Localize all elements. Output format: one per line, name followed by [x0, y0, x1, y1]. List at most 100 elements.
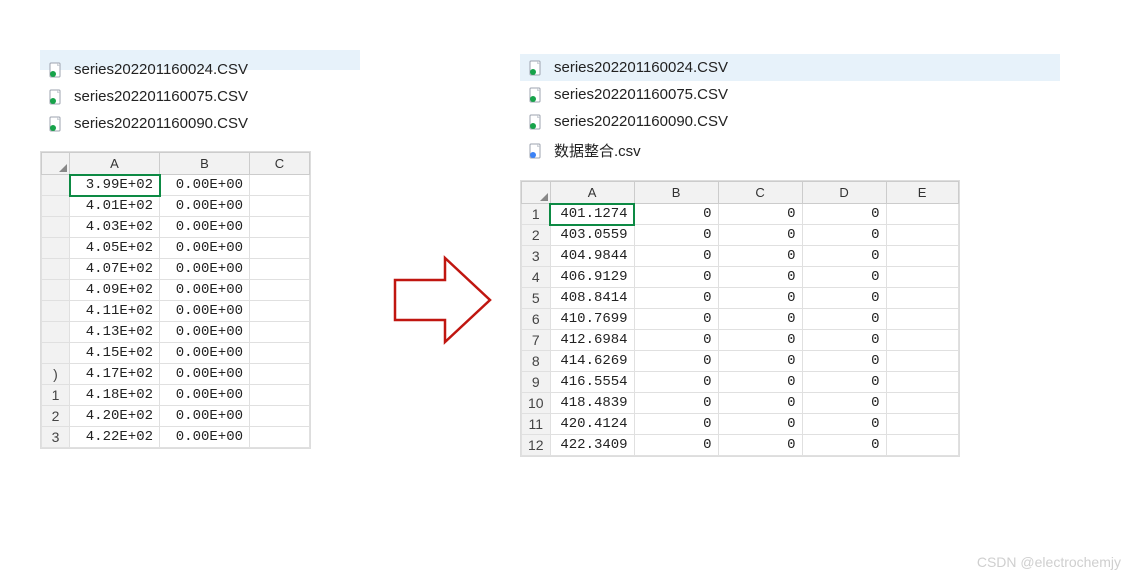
cell[interactable]: 401.1274	[550, 204, 634, 225]
file-item[interactable]: 数据整合.csv	[520, 135, 1060, 166]
file-item[interactable]: series202201160075.CSV	[40, 83, 400, 110]
cell[interactable]: 4.05E+02	[70, 238, 160, 259]
cell[interactable]: 0.00E+00	[160, 196, 250, 217]
cell[interactable]: 406.9129	[550, 267, 634, 288]
row-header[interactable]: 7	[522, 330, 551, 351]
cell[interactable]: 4.11E+02	[70, 301, 160, 322]
cell[interactable]: 0	[634, 351, 718, 372]
row-header[interactable]	[42, 259, 70, 280]
cell[interactable]: 0	[802, 330, 886, 351]
cell[interactable]: 4.01E+02	[70, 196, 160, 217]
cell[interactable]: 0	[718, 225, 802, 246]
row-header[interactable]: 11	[522, 414, 551, 435]
cell[interactable]: 0	[802, 393, 886, 414]
cell[interactable]	[886, 330, 958, 351]
column-header-a[interactable]: A	[550, 182, 634, 204]
row-header[interactable]: 5	[522, 288, 551, 309]
column-header-b[interactable]: B	[634, 182, 718, 204]
cell[interactable]	[250, 385, 310, 406]
cell[interactable]: 418.4839	[550, 393, 634, 414]
cell[interactable]: 0	[718, 267, 802, 288]
cell[interactable]: 4.20E+02	[70, 406, 160, 427]
file-item[interactable]: series202201160090.CSV	[40, 110, 400, 137]
cell[interactable]: 0.00E+00	[160, 175, 250, 196]
cell[interactable]: 416.5554	[550, 372, 634, 393]
cell[interactable]: 0	[634, 204, 718, 225]
cell[interactable]	[886, 393, 958, 414]
cell[interactable]	[250, 343, 310, 364]
cell[interactable]: 4.03E+02	[70, 217, 160, 238]
cell[interactable]: 0	[718, 351, 802, 372]
cell[interactable]: 0	[718, 330, 802, 351]
cell[interactable]: 0	[634, 267, 718, 288]
cell[interactable]: 0.00E+00	[160, 322, 250, 343]
cell[interactable]	[250, 406, 310, 427]
cell[interactable]	[886, 288, 958, 309]
row-header[interactable]: 2	[42, 406, 70, 427]
cell[interactable]: 0	[718, 246, 802, 267]
cell[interactable]: 4.13E+02	[70, 322, 160, 343]
cell[interactable]: 403.0559	[550, 225, 634, 246]
cell[interactable]: 404.9844	[550, 246, 634, 267]
row-header[interactable]: 9	[522, 372, 551, 393]
column-header-a[interactable]: A	[70, 153, 160, 175]
cell[interactable]: 0	[634, 246, 718, 267]
column-header-d[interactable]: D	[802, 182, 886, 204]
cell[interactable]: 0	[718, 372, 802, 393]
cell[interactable]: 0	[802, 204, 886, 225]
cell[interactable]: 0.00E+00	[160, 280, 250, 301]
cell[interactable]: 0	[718, 414, 802, 435]
cell[interactable]: 4.09E+02	[70, 280, 160, 301]
row-header[interactable]: )	[42, 364, 70, 385]
cell[interactable]	[250, 175, 310, 196]
spreadsheet-right[interactable]: ABCDE1401.12740002403.05590003404.984400…	[520, 180, 960, 457]
cell[interactable]	[250, 196, 310, 217]
cell[interactable]: 0.00E+00	[160, 364, 250, 385]
cell[interactable]: 4.15E+02	[70, 343, 160, 364]
cell[interactable]: 4.18E+02	[70, 385, 160, 406]
cell[interactable]	[886, 267, 958, 288]
cell[interactable]	[886, 225, 958, 246]
file-item[interactable]: series202201160024.CSV	[40, 56, 400, 83]
select-all-corner[interactable]	[42, 153, 70, 175]
cell[interactable]: 0.00E+00	[160, 427, 250, 448]
cell[interactable]: 4.07E+02	[70, 259, 160, 280]
row-header[interactable]: 10	[522, 393, 551, 414]
cell[interactable]	[250, 259, 310, 280]
column-header-c[interactable]: C	[718, 182, 802, 204]
row-header[interactable]: 2	[522, 225, 551, 246]
cell[interactable]	[886, 435, 958, 456]
cell[interactable]: 0	[634, 372, 718, 393]
row-header[interactable]: 3	[42, 427, 70, 448]
row-header[interactable]	[42, 301, 70, 322]
cell[interactable]: 0	[802, 225, 886, 246]
row-header[interactable]	[42, 280, 70, 301]
row-header[interactable]	[42, 175, 70, 196]
row-header[interactable]	[42, 322, 70, 343]
column-header-b[interactable]: B	[160, 153, 250, 175]
cell[interactable]	[250, 322, 310, 343]
column-header-c[interactable]: C	[250, 153, 310, 175]
cell[interactable]	[886, 246, 958, 267]
row-header[interactable]: 12	[522, 435, 551, 456]
cell[interactable]	[886, 351, 958, 372]
cell[interactable]: 0	[802, 414, 886, 435]
cell[interactable]: 0.00E+00	[160, 343, 250, 364]
cell[interactable]: 0.00E+00	[160, 406, 250, 427]
cell[interactable]: 0.00E+00	[160, 217, 250, 238]
cell[interactable]: 408.8414	[550, 288, 634, 309]
cell[interactable]: 0	[802, 246, 886, 267]
select-all-corner[interactable]	[522, 182, 551, 204]
cell[interactable]	[886, 372, 958, 393]
cell[interactable]	[250, 301, 310, 322]
row-header[interactable]: 3	[522, 246, 551, 267]
cell[interactable]: 0	[634, 435, 718, 456]
row-header[interactable]	[42, 343, 70, 364]
cell[interactable]: 422.3409	[550, 435, 634, 456]
cell[interactable]	[250, 217, 310, 238]
row-header[interactable]	[42, 217, 70, 238]
cell[interactable]	[886, 309, 958, 330]
cell[interactable]: 0.00E+00	[160, 259, 250, 280]
cell[interactable]: 0	[718, 204, 802, 225]
cell[interactable]: 0	[634, 309, 718, 330]
